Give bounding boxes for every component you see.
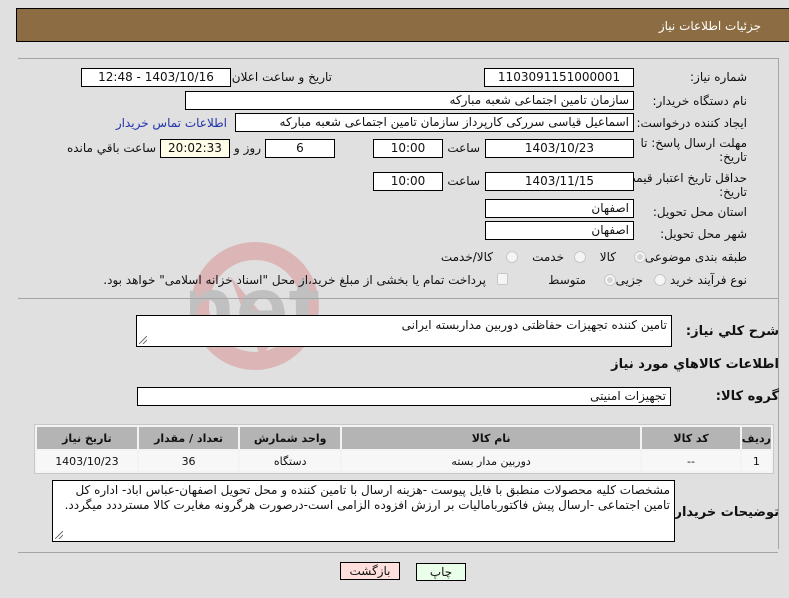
cell-unit: دستگاه [240, 451, 340, 471]
price-validity-time-label: ساعت [447, 174, 480, 188]
category-option-goods: کالا [599, 250, 616, 264]
reply-deadline-date-field: 1403/10/23 [485, 139, 634, 158]
description-textarea[interactable]: تامین کننده تجهیزات حفاظتی دوربین مداربس… [136, 315, 672, 347]
requester-field: اسماعیل قیاسی سررکی کارپرداز سازمان تامی… [235, 113, 634, 132]
goods-section-title: اطلاعات کالاهاي مورد نياز [611, 357, 779, 372]
cell-code: -- [642, 451, 740, 471]
buyer-org-field: سازمان تامین اجتماعی شعبه مبارکه [185, 91, 634, 110]
category-option-service: خدمت [532, 250, 564, 264]
resize-grip-icon[interactable] [139, 336, 147, 344]
treasury-note: پرداخت تمام یا بخشی از مبلغ خرید،از محل … [103, 273, 486, 287]
goods-group-field: تجهیزات امنیتی [137, 387, 671, 406]
page-header: جزئیات اطلاعات نیاز [16, 8, 789, 42]
cell-name: دوربین مدار بسته [341, 451, 641, 471]
reply-deadline-time-field: 10:00 [373, 139, 443, 158]
category-radio-goods[interactable] [634, 251, 646, 263]
buyer-contact-link[interactable]: اطلاعات تماس خریدار [116, 116, 227, 130]
days-label: روز و [234, 141, 261, 155]
reply-time-label: ساعت [447, 141, 480, 155]
page-title: جزئیات اطلاعات نیاز [658, 19, 761, 33]
buyer-notes-text: مشخصات کلیه محصولات منطبق با فایل پیوست … [64, 483, 670, 512]
col-header-index: ردیف [741, 427, 771, 449]
divider [18, 298, 778, 299]
treasury-checkbox[interactable] [497, 273, 508, 285]
col-header-date: تاریخ نیاز [37, 427, 137, 449]
col-header-name: نام کالا [341, 427, 641, 449]
price-validity-label-2: تاریخ: [719, 185, 747, 199]
cell-qty: 36 [138, 451, 239, 471]
col-header-unit: واحد شمارش [240, 427, 340, 449]
col-header-code: کد کالا [642, 427, 740, 449]
need-number-label: شماره نیاز: [690, 70, 747, 84]
purchase-radio-minor[interactable] [654, 274, 666, 286]
category-radio-service[interactable] [574, 251, 586, 263]
remaining-time-label: ساعت باقي مانده [66, 141, 156, 155]
category-radio-goods-service[interactable] [506, 251, 518, 263]
table-row: 1 -- دوربین مدار بسته دستگاه 36 1403/10/… [37, 451, 771, 471]
price-validity-time-field: 10:00 [373, 172, 443, 191]
purchase-option-medium: متوسط [548, 273, 586, 287]
buyer-notes-label: توضیحات خریدار: [669, 505, 779, 520]
divider [18, 552, 778, 553]
delivery-city-label: شهر محل تحویل: [660, 227, 747, 241]
requester-label: ایجاد کننده درخواست: [636, 116, 747, 130]
need-number-field: 1103091151000001 [484, 68, 634, 87]
delivery-province-label: استان محل تحویل: [652, 205, 747, 219]
buyer-notes-textarea[interactable]: مشخصات کلیه محصولات منطبق با فایل پیوست … [52, 480, 675, 542]
description-label: شرح کلي نياز: [685, 324, 779, 339]
price-validity-date-field: 1403/11/15 [485, 172, 634, 191]
buyer-org-label: نام دستگاه خریدار: [652, 94, 748, 108]
purchase-option-minor: جزیی [615, 273, 643, 287]
announce-datetime-field: 1403/10/16 - 12:48 [81, 68, 231, 87]
table-header-row: ردیف کد کالا نام کالا واحد شمارش تعداد /… [37, 427, 771, 449]
reply-deadline-label: مهلت ارسال پاسخ: تا [640, 136, 747, 150]
resize-grip-icon[interactable] [55, 531, 63, 539]
cell-date: 1403/10/23 [37, 451, 137, 471]
delivery-province-field: اصفهان [485, 199, 634, 218]
purchase-type-label: نوع فرآیند خرید : [662, 273, 747, 287]
col-header-qty: تعداد / مقدار [138, 427, 239, 449]
category-option-goods-service: کالا/خدمت [440, 250, 493, 264]
cell-index: 1 [741, 451, 771, 471]
purchase-radio-medium[interactable] [604, 274, 616, 286]
remaining-days-field: 6 [265, 139, 335, 158]
reply-deadline-label-2: تاریخ: [719, 150, 747, 164]
items-table: ردیف کد کالا نام کالا واحد شمارش تعداد /… [34, 424, 774, 474]
category-label: طبقه بندی موضوعی: [640, 250, 747, 264]
description-text: تامین کننده تجهیزات حفاظتی دوربین مداربس… [401, 318, 667, 332]
back-button[interactable]: بازگشت [340, 562, 400, 580]
print-button[interactable]: چاپ [416, 563, 466, 581]
delivery-city-field: اصفهان [485, 221, 634, 240]
goods-group-label: گروه کالا: [715, 389, 779, 404]
remaining-time-field: 20:02:33 [160, 139, 230, 158]
